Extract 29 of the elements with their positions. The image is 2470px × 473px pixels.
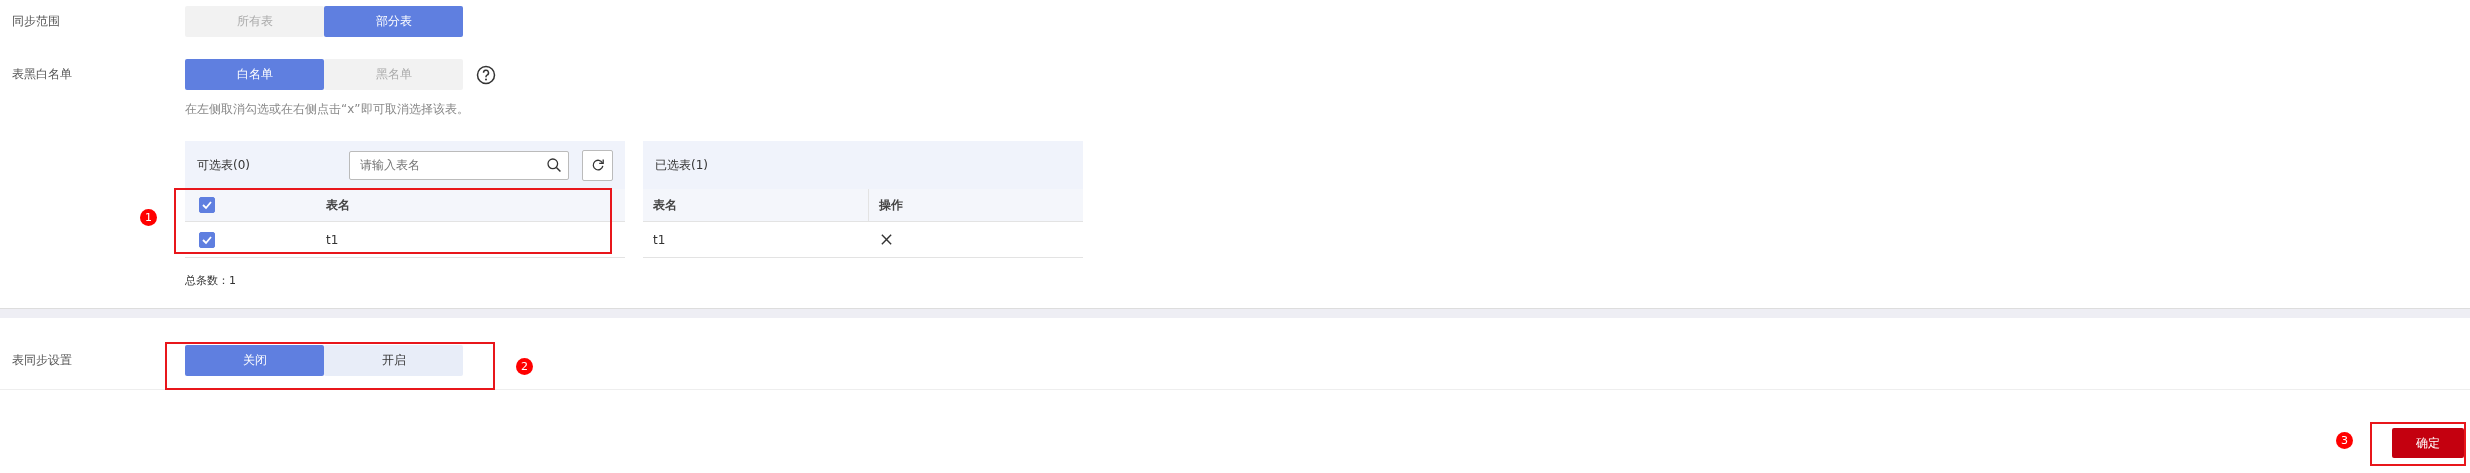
panel-title: 已选表(1) (655, 156, 709, 174)
segment-option[interactable]: 部分表 (324, 6, 463, 37)
search-icon (546, 156, 563, 173)
field-label: 表黑白名单 (11, 66, 73, 83)
hint-text: 在左侧取消勾选或在右侧点击“x”即可取消选择该表。 (185, 101, 470, 118)
table-cell-text: t1 (652, 232, 667, 247)
checkbox[interactable] (199, 231, 215, 248)
panel-title: 可选表(0) (197, 156, 251, 174)
field-label: 表同步设置 (11, 352, 73, 369)
column-header: 操作 (868, 189, 903, 221)
confirm-button[interactable]: 确定 (2392, 428, 2464, 458)
column-header: 表名 (326, 196, 350, 214)
help-icon[interactable] (476, 64, 496, 85)
column-header: 表名 (652, 196, 678, 214)
segment-option[interactable]: 关闭 (185, 345, 324, 376)
total-count: 总条数：1 (185, 273, 237, 288)
segment-option[interactable]: 所有表 (185, 6, 324, 37)
step-marker: 3 (2336, 432, 2353, 449)
segment-option[interactable]: 白名单 (185, 59, 324, 90)
checkbox[interactable] (199, 197, 215, 213)
segment-option[interactable]: 黑名单 (324, 59, 463, 90)
table-cell: t1 (326, 232, 339, 247)
field-label: 同步范围 (11, 13, 61, 30)
refresh-button[interactable] (582, 149, 613, 181)
segment-option[interactable]: 开启 (324, 345, 463, 376)
step-marker: 2 (516, 358, 533, 375)
search-field[interactable]: 请输入表名 (349, 150, 570, 180)
close-icon[interactable] (880, 233, 893, 246)
step-marker: 1 (140, 209, 157, 226)
